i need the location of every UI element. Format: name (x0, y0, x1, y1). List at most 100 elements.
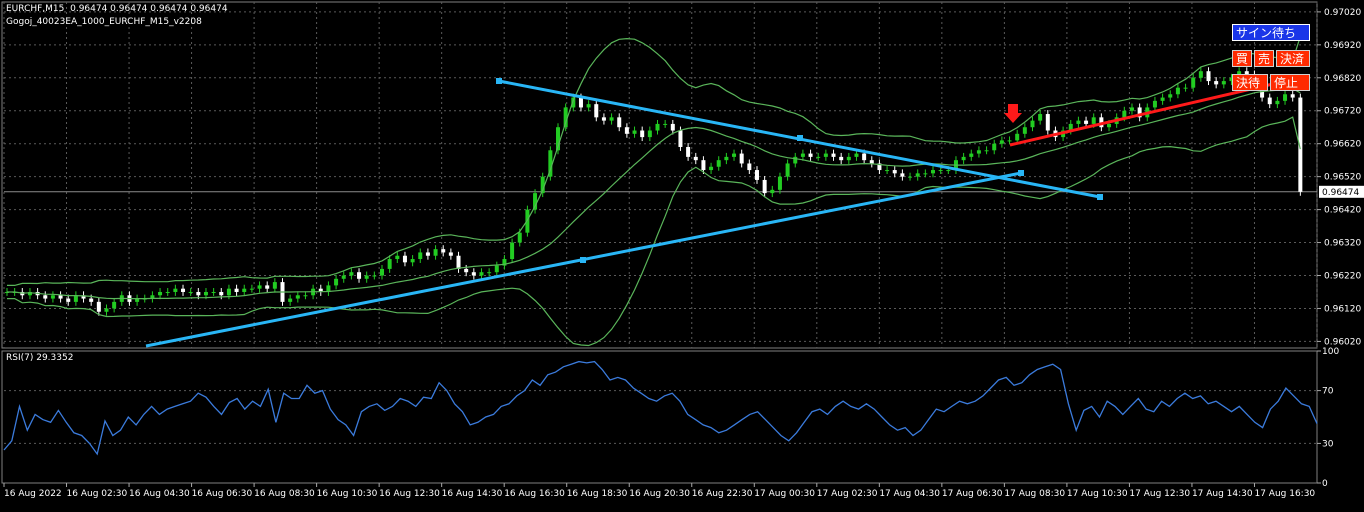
candle-body (1107, 123, 1112, 128)
candle-body (196, 291, 201, 296)
candle-body (686, 146, 691, 157)
candle-body (578, 97, 583, 108)
candle-body (1129, 107, 1134, 111)
candle-body (777, 176, 782, 190)
candle-body (425, 252, 430, 256)
candle-body (816, 156, 821, 158)
candle-body (1152, 100, 1157, 108)
candle-body (257, 285, 262, 289)
candle-body (1076, 120, 1081, 124)
candle-body (357, 272, 362, 279)
candle-body (441, 249, 446, 253)
settle-button[interactable]: 決済 (1276, 50, 1310, 67)
candle-body (464, 268, 469, 273)
candle-body (762, 179, 767, 194)
candle-body (999, 140, 1004, 144)
candle-body (1214, 81, 1219, 85)
candle-body (739, 153, 744, 164)
candle-body (226, 288, 231, 296)
candle-body (655, 123, 660, 131)
candle-body (104, 308, 109, 312)
candle-body (1022, 127, 1027, 134)
trendline-handle (580, 257, 586, 263)
buy-button[interactable]: 買 (1232, 50, 1252, 67)
candle-body (58, 295, 63, 299)
main-panel-frame (1, 1, 1318, 349)
candle-body (303, 295, 308, 297)
candle-body (418, 252, 423, 260)
candle-body (181, 288, 186, 292)
candle-body (785, 163, 790, 177)
candle-body (1122, 110, 1127, 118)
x-tick-label: 16 Aug 08:30 (254, 489, 315, 499)
candle-body (915, 173, 920, 177)
trendline-handle (496, 78, 502, 84)
sell-arrow-icon (1004, 104, 1022, 123)
y-tick-label: 0.96020 (1324, 337, 1361, 347)
y-tick-label: 0.96520 (1324, 173, 1361, 183)
candle-body (961, 156, 966, 161)
candle-body (831, 153, 836, 157)
ea-name: Gogoj_40023EA_1000_EURCHF_M15_v2208 (6, 17, 202, 27)
candle-body (1283, 94, 1288, 101)
symbol-info: EURCHF,M15 0.96474 0.96474 0.96474 0.964… (6, 4, 228, 14)
candle-body (754, 170, 759, 180)
sign-wait-button[interactable]: サイン待ち (1232, 24, 1310, 41)
candle-body (1160, 97, 1165, 101)
rsi-tick-label: 0 (1322, 479, 1328, 489)
candle-body (938, 170, 943, 172)
candle-body (846, 156, 851, 161)
candle-body (984, 150, 989, 152)
x-tick-label: 16 Aug 14:30 (442, 489, 503, 499)
candle-body (1045, 114, 1050, 131)
x-tick-label: 17 Aug 08:30 (1004, 489, 1065, 499)
settle-wait-button[interactable]: 決待 (1232, 74, 1268, 91)
candle-body (73, 295, 78, 302)
candle-body (1015, 133, 1020, 141)
candle-body (66, 298, 71, 302)
candle-body (823, 153, 828, 157)
x-tick-label: 16 Aug 10:30 (317, 489, 378, 499)
candle-body (349, 272, 354, 276)
candle-body (1206, 71, 1211, 82)
candle-body (265, 285, 270, 289)
candle-body (701, 160, 706, 171)
candle-body (334, 278, 339, 286)
candle-body (471, 272, 476, 276)
candle-body (341, 275, 346, 279)
y-tick-label: 0.96120 (1324, 304, 1361, 314)
candle-body (624, 127, 629, 134)
sell-button[interactable]: 売 (1254, 50, 1274, 67)
candle-body (770, 189, 775, 194)
rsi-line (3, 360, 1318, 456)
candle-body (50, 295, 55, 299)
candle-body (609, 117, 614, 121)
candle-body (632, 130, 637, 134)
x-tick-label: 17 Aug 16:30 (1254, 489, 1315, 499)
x-tick-label: 17 Aug 10:30 (1067, 489, 1128, 499)
candle-body (808, 153, 813, 157)
bollinger-middle (7, 88, 1301, 300)
x-tick-label: 16 Aug 06:30 (192, 489, 253, 499)
y-tick-label: 0.97020 (1324, 8, 1361, 18)
candle-body (663, 123, 668, 125)
y-tick-label: 0.96820 (1324, 74, 1361, 84)
rsi-label: RSI(7) 29.3352 (6, 353, 74, 363)
candle-body (976, 150, 981, 154)
bollinger-lower (7, 116, 1301, 347)
candle-body (89, 298, 94, 302)
x-tick-label: 16 Aug 20:30 (629, 489, 690, 499)
candle-body (112, 301, 117, 309)
candle-body (885, 170, 890, 172)
candle-body (1030, 120, 1035, 128)
candle-body (372, 275, 377, 277)
candle-body (494, 265, 499, 273)
candle-body (1084, 120, 1089, 124)
x-tick-label: 17 Aug 04:30 (879, 489, 940, 499)
candle-body (242, 288, 247, 292)
candle-body (647, 130, 652, 138)
candle-body (364, 275, 369, 279)
x-tick-label: 16 Aug 02:30 (67, 489, 128, 499)
stop-button[interactable]: 停止 (1270, 74, 1310, 91)
candle-body (800, 153, 805, 157)
